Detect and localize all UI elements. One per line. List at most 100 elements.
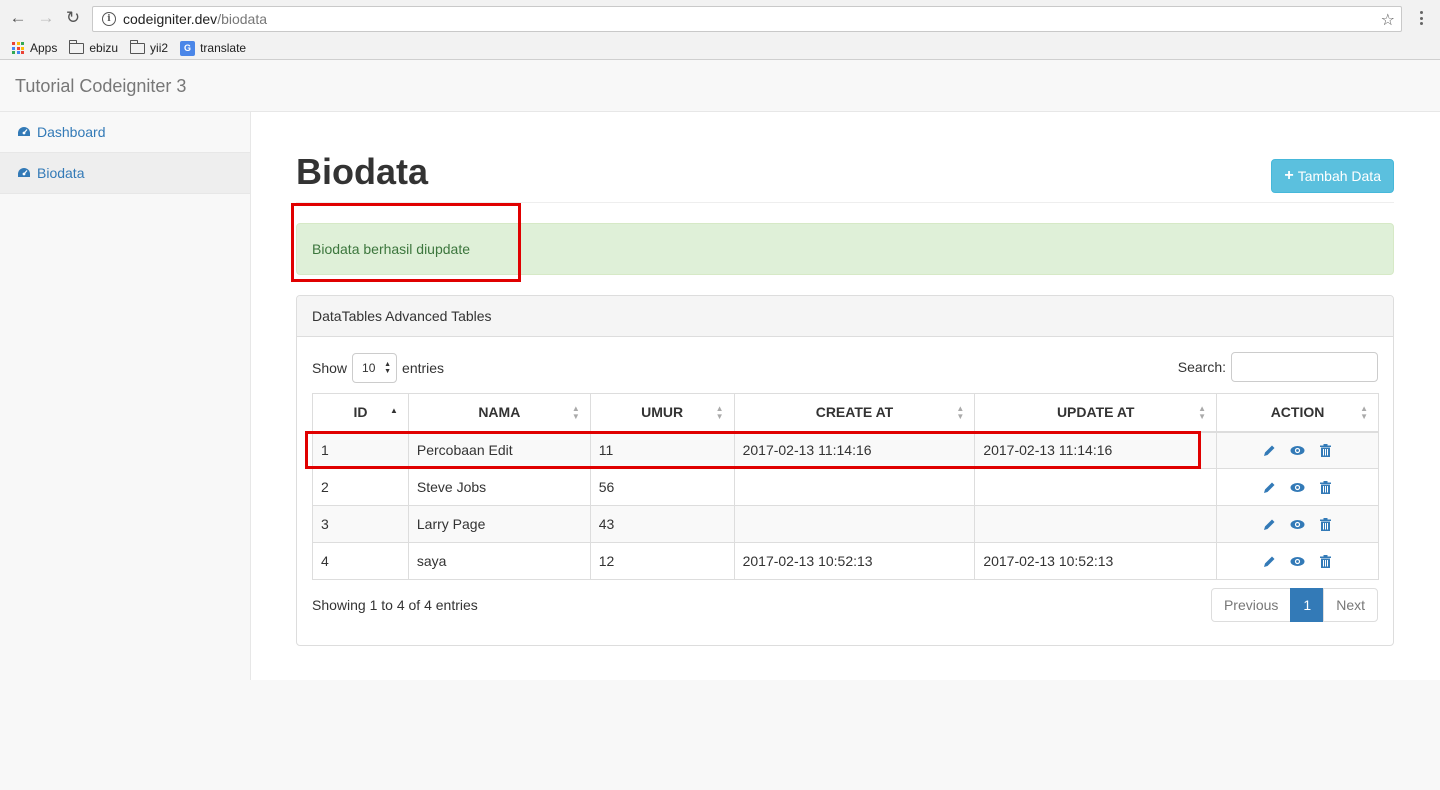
sort-icon: ▲ ▼ <box>571 404 580 421</box>
cell-umur: 43 <box>589 505 735 543</box>
column-header-umur[interactable]: UMUR ▲ ▼ <box>589 393 735 433</box>
delete-trash-icon[interactable] <box>1318 442 1334 458</box>
back-arrow-icon[interactable]: ← <box>8 8 28 28</box>
column-header-label: UPDATE AT <box>1056 404 1135 421</box>
pagination: Previous 1 Next <box>1210 588 1378 622</box>
column-header-label: NAMA <box>478 404 521 421</box>
add-data-label: Tambah Data <box>1297 168 1381 184</box>
edit-pencil-icon[interactable] <box>1262 479 1278 495</box>
page-wrapper: Biodata + Tambah Data Biodata berhasil d… <box>251 112 1440 680</box>
delete-trash-icon[interactable] <box>1318 479 1334 495</box>
dashboard-icon <box>18 127 30 136</box>
highlight-box-row <box>305 431 1201 469</box>
bookmark-yii2[interactable]: yii2 <box>129 39 169 55</box>
bookmark-label: Apps <box>30 41 58 55</box>
app-navbar: Tutorial Codeigniter 3 <box>0 61 1440 112</box>
search-control: Search: <box>1178 352 1378 382</box>
edit-pencil-icon[interactable] <box>1262 553 1278 569</box>
pagination-next-button[interactable]: Next <box>1323 588 1378 622</box>
table-row: 4 saya 12 2017-02-13 10:52:13 2017-02-13… <box>312 542 1379 580</box>
panel-heading-text: DataTables Advanced Tables <box>312 308 492 324</box>
entries-select[interactable]: 10 ▲ ▼ <box>352 353 398 383</box>
sidebar-item-biodata[interactable]: Biodata <box>0 153 250 194</box>
show-label: Show <box>312 360 348 376</box>
sidebar-item-label: Biodata <box>37 165 85 181</box>
column-header-label: UMUR <box>641 404 684 421</box>
search-label: Search: <box>1177 359 1226 375</box>
column-header-create-at[interactable]: CREATE AT ▲ ▼ <box>733 393 976 433</box>
column-header-label: CREATE AT <box>815 404 894 421</box>
dashboard-icon <box>18 168 30 177</box>
cell-nama: Larry Page <box>407 505 591 543</box>
sidebar-item-label: Dashboard <box>37 124 106 140</box>
cell-nama: Steve Jobs <box>407 468 591 506</box>
navbar-brand[interactable]: Tutorial Codeigniter 3 <box>15 76 186 97</box>
bookmark-star-icon[interactable]: ☆ <box>1381 10 1395 30</box>
table-row: 2 Steve Jobs 56 <box>312 468 1379 506</box>
cell-update-at <box>974 505 1218 543</box>
bookmarks-bar: Apps ebizu yii2 G translate <box>0 37 1440 60</box>
translate-icon: G <box>180 40 196 56</box>
sort-icon: ▲ ▼ <box>715 404 724 421</box>
bookmark-label: ebizu <box>89 41 119 55</box>
column-header-label: ACTION <box>1270 404 1325 421</box>
select-arrows-icon: ▲ ▼ <box>384 361 392 375</box>
sort-icon: ▲ ▼ <box>1198 404 1207 421</box>
sidebar-item-dashboard[interactable]: Dashboard <box>0 112 250 153</box>
bookmark-label: yii2 <box>150 41 169 55</box>
column-header-nama[interactable]: NAMA ▲ ▼ <box>407 393 591 433</box>
cell-id: 2 <box>312 468 409 506</box>
browser-menu-icon[interactable] <box>1414 9 1428 27</box>
entries-select-value: 10 <box>362 361 376 375</box>
view-eye-icon[interactable] <box>1290 442 1306 458</box>
cell-umur: 56 <box>589 468 735 506</box>
view-eye-icon[interactable] <box>1290 479 1306 495</box>
sort-icon: ▲ ▼ <box>1360 404 1368 421</box>
column-header-id[interactable]: ID ▲ <box>312 393 409 433</box>
cell-actions <box>1216 431 1379 469</box>
plus-icon: + <box>1284 167 1294 184</box>
search-input[interactable] <box>1231 352 1378 382</box>
info-icon[interactable]: i <box>102 12 116 26</box>
column-header-update-at[interactable]: UPDATE AT ▲ ▼ <box>974 393 1218 433</box>
panel-heading: DataTables Advanced Tables <box>297 296 1393 337</box>
folder-icon <box>129 39 146 54</box>
column-header-label: ID <box>353 404 368 421</box>
column-header-action[interactable]: ACTION ▲ ▼ <box>1216 393 1379 433</box>
cell-actions <box>1216 505 1379 543</box>
edit-pencil-icon[interactable] <box>1262 442 1278 458</box>
view-eye-icon[interactable] <box>1290 553 1306 569</box>
cell-update-at: 2017-02-13 10:52:13 <box>974 542 1218 580</box>
forward-arrow-icon[interactable]: → <box>36 8 56 28</box>
bookmark-translate[interactable]: G translate <box>180 40 247 56</box>
cell-create-at <box>733 468 976 506</box>
add-data-button[interactable]: + Tambah Data <box>1271 159 1394 193</box>
data-table: ID ▲ NAMA ▲ ▼ UMUR ▲ ▼ CREATE AT ▲ ▼ UPDATE AT ▲… <box>312 393 1379 580</box>
address-bar[interactable]: i codeigniter.dev/biodata ☆ <box>92 6 1402 32</box>
pagination-page-1[interactable]: 1 <box>1290 588 1325 622</box>
cell-id: 3 <box>312 505 409 543</box>
highlight-box-alert <box>291 203 521 282</box>
datatable-panel: DataTables Advanced Tables Show 10 ▲ ▼ en… <box>296 295 1394 646</box>
bookmark-ebizu[interactable]: ebizu <box>69 39 119 55</box>
pagination-previous-button[interactable]: Previous <box>1210 588 1292 622</box>
cell-nama: saya <box>407 542 591 580</box>
sort-asc-icon: ▲ <box>389 406 398 415</box>
bookmark-apps[interactable]: Apps <box>12 41 57 55</box>
cell-create-at <box>733 505 976 543</box>
bookmark-label: translate <box>200 41 247 55</box>
cell-update-at <box>974 468 1218 506</box>
url-domain: codeigniter.dev <box>123 11 218 27</box>
table-row: 3 Larry Page 43 <box>312 505 1379 543</box>
cell-umur: 12 <box>589 542 735 580</box>
cell-create-at: 2017-02-13 10:52:13 <box>733 542 976 580</box>
cell-id: 4 <box>312 542 409 580</box>
sidebar: Dashboard Biodata <box>0 112 251 680</box>
delete-trash-icon[interactable] <box>1318 553 1334 569</box>
reload-icon[interactable]: ↻ <box>63 8 83 28</box>
edit-pencil-icon[interactable] <box>1262 516 1278 532</box>
delete-trash-icon[interactable] <box>1318 516 1334 532</box>
folder-icon <box>69 39 85 54</box>
browser-toolbar: ← → ↻ i codeigniter.dev/biodata ☆ <box>0 0 1440 37</box>
view-eye-icon[interactable] <box>1290 516 1306 532</box>
